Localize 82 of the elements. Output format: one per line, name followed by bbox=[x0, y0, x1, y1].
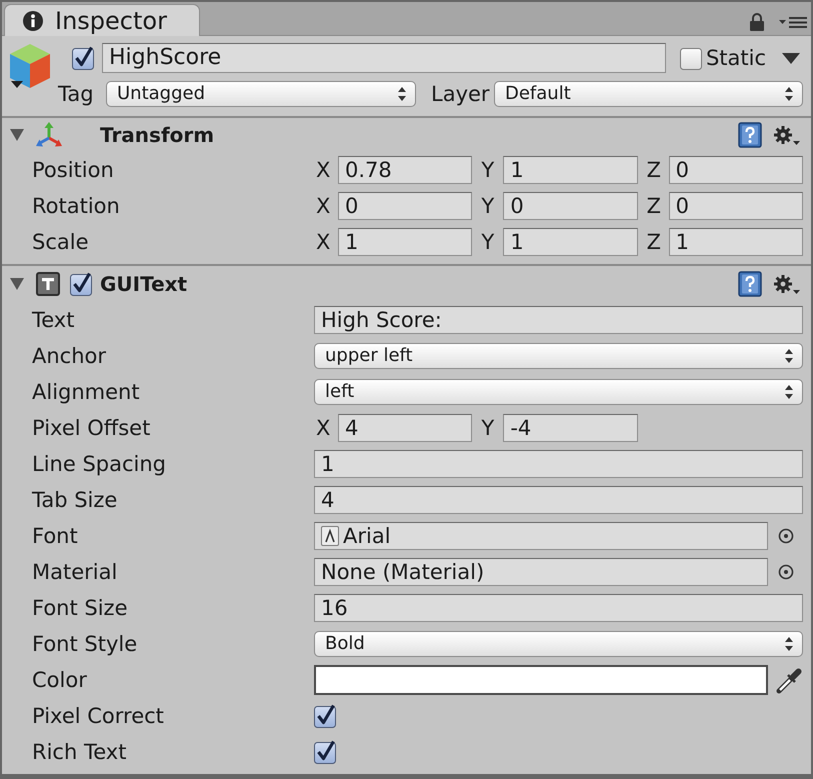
text-field[interactable]: 1 bbox=[503, 156, 638, 184]
settings-gear-icon[interactable] bbox=[774, 125, 800, 145]
caret-icon[interactable] bbox=[782, 52, 800, 64]
static-label: Static bbox=[706, 48, 766, 68]
static-checkbox[interactable] bbox=[680, 46, 702, 70]
dropdown-arrows-icon bbox=[784, 384, 794, 400]
text-field[interactable]: -4 bbox=[503, 414, 638, 442]
object-picker-icon[interactable] bbox=[778, 564, 794, 580]
text-field[interactable]: 0 bbox=[668, 192, 803, 220]
component-title: GUIText bbox=[100, 274, 188, 294]
axis-label: Z bbox=[646, 232, 662, 252]
dropdown-arrows-icon bbox=[397, 86, 407, 102]
axis-label: X bbox=[315, 418, 332, 438]
property-label: Alignment bbox=[31, 382, 141, 402]
property-label: Rotation bbox=[31, 196, 121, 216]
dropdown[interactable]: upper left bbox=[314, 343, 803, 369]
axes-icon bbox=[36, 122, 62, 148]
axis-label: Z bbox=[646, 196, 662, 216]
text-component-icon bbox=[36, 272, 60, 296]
dropdown-arrows-icon bbox=[784, 348, 794, 364]
info-icon bbox=[23, 10, 43, 30]
property-label: Text bbox=[31, 310, 76, 330]
layer-label: Layer bbox=[431, 84, 491, 104]
property-label: Position bbox=[31, 160, 115, 180]
dropdown[interactable]: left bbox=[314, 379, 803, 405]
axis-label: X bbox=[315, 160, 332, 180]
dropdown-arrows-icon bbox=[784, 86, 794, 102]
text-field[interactable]: 1 bbox=[668, 228, 803, 256]
foldout-arrow-icon[interactable] bbox=[10, 278, 24, 290]
axis-label: Z bbox=[646, 160, 662, 180]
property-label: Pixel Correct bbox=[31, 706, 165, 726]
inspector-tab[interactable]: Inspector bbox=[4, 4, 200, 36]
font-file-icon bbox=[321, 526, 339, 546]
dropdown[interactable]: Bold bbox=[314, 631, 803, 657]
text-field[interactable]: 4 bbox=[338, 414, 472, 442]
object-field[interactable]: None (Material) bbox=[314, 558, 768, 586]
property-label: Font Style bbox=[31, 634, 138, 654]
checkbox[interactable] bbox=[314, 740, 336, 764]
object-field[interactable]: Arial bbox=[314, 522, 768, 550]
text-field[interactable]: 0 bbox=[668, 156, 803, 184]
text-field[interactable]: 16 bbox=[314, 594, 803, 622]
axis-label: X bbox=[315, 232, 332, 252]
property-label: Tab Size bbox=[31, 490, 118, 510]
enabled-checkbox[interactable] bbox=[70, 272, 92, 296]
axis-label: Y bbox=[480, 160, 496, 180]
dropdown[interactable]: Default bbox=[494, 81, 803, 107]
axis-label: Y bbox=[480, 232, 496, 252]
foldout-arrow-icon[interactable] bbox=[10, 129, 24, 141]
dropdown[interactable]: Untagged bbox=[106, 81, 416, 107]
axis-label: Y bbox=[480, 196, 496, 216]
checkbox[interactable] bbox=[314, 704, 336, 728]
component-title: Transform bbox=[100, 125, 214, 145]
help-book-icon[interactable] bbox=[738, 271, 762, 297]
text-field[interactable]: High Score: bbox=[314, 306, 803, 334]
property-label: Font Size bbox=[31, 598, 129, 618]
color-field[interactable] bbox=[314, 665, 768, 695]
active-checkbox[interactable] bbox=[72, 46, 94, 70]
eyedropper-icon[interactable] bbox=[775, 666, 803, 694]
property-label: Anchor bbox=[31, 346, 108, 366]
name-field[interactable]: HighScore bbox=[102, 43, 666, 73]
lock-icon[interactable] bbox=[749, 12, 765, 32]
dropdown-arrows-icon bbox=[784, 636, 794, 652]
tag-label: Tag bbox=[58, 84, 95, 104]
settings-gear-icon[interactable] bbox=[774, 274, 800, 294]
help-book-icon[interactable] bbox=[738, 122, 762, 148]
property-label: Rich Text bbox=[31, 742, 128, 762]
text-field[interactable]: 4 bbox=[314, 486, 803, 514]
property-label: Font bbox=[31, 526, 79, 546]
text-field[interactable]: 0 bbox=[338, 192, 472, 220]
axis-label: Y bbox=[480, 418, 496, 438]
property-label: Material bbox=[31, 562, 118, 582]
object-picker-icon[interactable] bbox=[778, 528, 794, 544]
property-label: Line Spacing bbox=[31, 454, 167, 474]
text-field[interactable]: 0.78 bbox=[338, 156, 472, 184]
property-label: Color bbox=[31, 670, 88, 690]
text-field[interactable]: 1 bbox=[314, 450, 803, 478]
text-field[interactable]: 1 bbox=[338, 228, 472, 256]
axis-label: X bbox=[315, 196, 332, 216]
property-label: Scale bbox=[31, 232, 90, 252]
property-label: Pixel Offset bbox=[31, 418, 152, 438]
text-field[interactable]: 1 bbox=[503, 228, 638, 256]
text-field[interactable]: 0 bbox=[503, 192, 638, 220]
